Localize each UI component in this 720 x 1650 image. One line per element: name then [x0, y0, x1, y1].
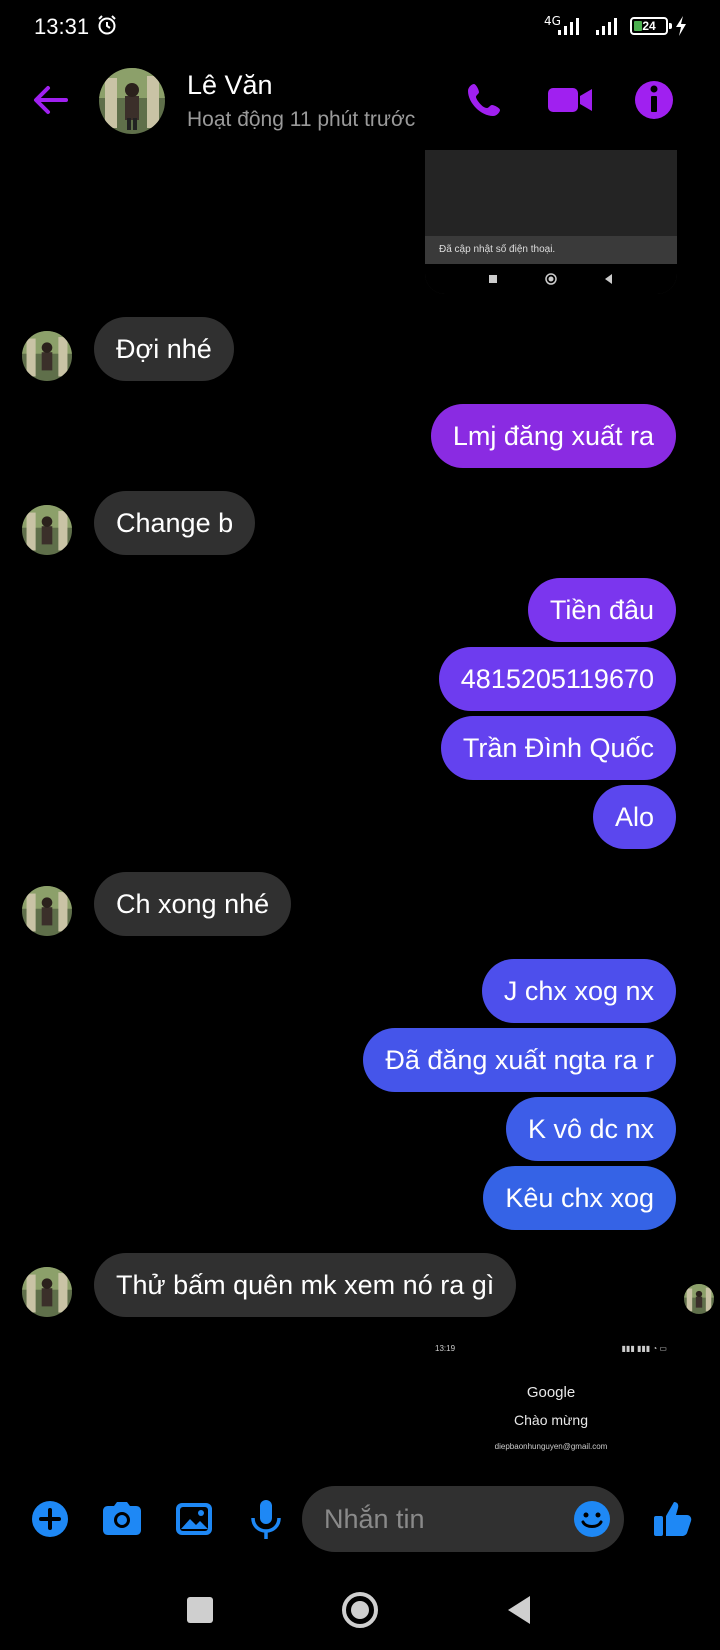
status-bar: 13:31 4G 24 — [0, 0, 720, 56]
outgoing-message[interactable]: 4815205119670 — [438, 647, 676, 711]
outgoing-message[interactable]: Kêu chx xog — [483, 1166, 676, 1230]
screenshot-brand: Google — [526, 1384, 576, 1401]
phone-icon[interactable] — [460, 76, 508, 124]
outgoing-message[interactable]: K vô dc nx — [505, 1097, 676, 1161]
image-attachment-bottom[interactable]: 13:19 ▮▮▮ ▮▮▮ ◔ ▭ Google Chào mừng diepb… — [425, 1332, 677, 1466]
signal-icon-2 — [596, 18, 617, 35]
screenshot-account: diepbaonhunguyen@gmail.com — [494, 1442, 608, 1451]
image-attachment-top[interactable]: Đã cập nhật số điện thoại. — [425, 150, 677, 294]
sender-avatar[interactable] — [22, 331, 72, 381]
incoming-message[interactable]: Change b — [94, 491, 256, 555]
incoming-message[interactable]: Ch xong nhé — [94, 872, 292, 936]
screenshot-nav-bar — [425, 264, 677, 294]
screenshot-toast-text: Đã cập nhật số điện thoại. — [425, 236, 677, 264]
sender-avatar[interactable] — [22, 1267, 72, 1317]
contact-name: Lê Văn — [187, 70, 273, 100]
thumbs-up-icon[interactable] — [648, 1494, 698, 1544]
signal-icon — [558, 18, 579, 35]
status-time: 13:31 — [34, 14, 90, 39]
screenshot-status-icons: ▮▮▮ ▮▮▮ ◔ ▭ — [621, 1344, 667, 1353]
message-input[interactable]: Nhắn tin — [302, 1486, 624, 1552]
screenshot-time: 13:19 — [435, 1344, 456, 1353]
smiley-icon[interactable] — [572, 1499, 612, 1539]
contact-avatar[interactable] — [99, 68, 165, 134]
outgoing-message[interactable]: Tiền đâu — [527, 578, 676, 642]
outgoing-message[interactable]: Lmj đăng xuất ra — [430, 404, 676, 468]
incoming-message[interactable]: Đợi nhé — [94, 317, 234, 381]
sender-avatar[interactable] — [22, 505, 72, 555]
home-button-icon[interactable] — [338, 1588, 382, 1632]
camera-icon[interactable] — [97, 1494, 147, 1544]
back-button-icon[interactable] — [498, 1588, 542, 1632]
incoming-message[interactable]: Thử bấm quên mk xem nó ra gì — [94, 1253, 517, 1317]
info-icon[interactable] — [630, 76, 678, 124]
image-icon[interactable] — [169, 1494, 219, 1544]
seen-avatar — [684, 1284, 714, 1314]
activity-status: Hoạt động 11 phút trước — [187, 108, 416, 131]
outgoing-message[interactable]: Đã đăng xuất ngta ra r — [363, 1028, 676, 1092]
microphone-icon[interactable] — [241, 1494, 291, 1544]
video-camera-icon[interactable] — [546, 76, 594, 124]
outgoing-message[interactable]: J chx xog nx — [481, 959, 676, 1023]
recents-button-icon[interactable] — [178, 1588, 222, 1632]
conversation-header: Lê Văn Hoạt động 11 phút trước — [0, 56, 720, 146]
screenshot-welcome: Chào mừng — [514, 1412, 588, 1428]
back-arrow-icon[interactable] — [28, 78, 72, 122]
message-composer: Nhắn tin — [0, 1484, 720, 1554]
charging-icon — [676, 16, 686, 36]
sender-avatar[interactable] — [22, 886, 72, 936]
alarm-icon — [98, 15, 116, 35]
outgoing-message[interactable]: Alo — [592, 785, 676, 849]
outgoing-message[interactable]: Trần Đình Quốc — [440, 716, 676, 780]
battery-level: 24 — [642, 19, 656, 33]
plus-circle-icon[interactable] — [25, 1494, 75, 1544]
battery-icon: 24 — [630, 17, 672, 35]
system-navigation-bar — [0, 1570, 720, 1650]
message-input-placeholder: Nhắn tin — [324, 1504, 425, 1534]
